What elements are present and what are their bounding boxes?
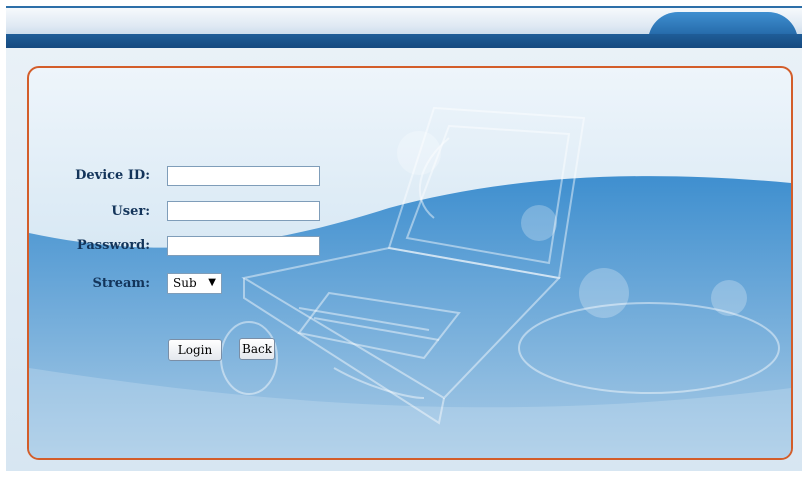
device-id-input[interactable] [167, 166, 320, 186]
login-button[interactable]: Login [168, 339, 222, 361]
header-band [6, 34, 802, 48]
stream-select[interactable]: Sub ▼ [167, 273, 222, 294]
stream-selected-value: Sub [173, 276, 197, 290]
device-id-label: Device ID: [75, 168, 150, 183]
stream-label: Stream: [92, 276, 151, 291]
password-input[interactable] [167, 236, 320, 256]
password-label: Password: [76, 238, 150, 253]
dropdown-arrow-icon[interactable]: ▼ [208, 277, 216, 288]
login-frame [27, 66, 793, 460]
back-button[interactable]: Back [239, 338, 275, 360]
laptop-background-illustration [29, 106, 791, 458]
user-label: User: [111, 204, 150, 219]
user-input[interactable] [167, 201, 320, 221]
